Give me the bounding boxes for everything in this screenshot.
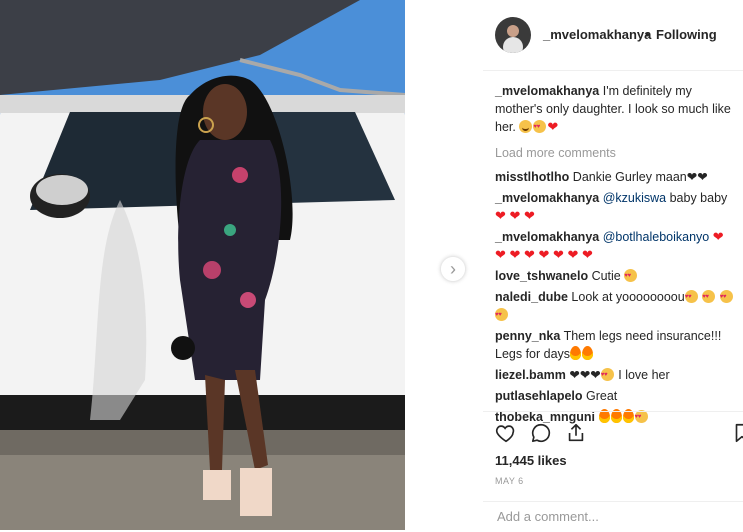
comment-text: Look at yoooooooou [571, 290, 685, 304]
comment-username[interactable]: _mvelomakhanya [495, 230, 599, 244]
comment-username[interactable]: _mvelomakhanya [495, 191, 599, 205]
heart-eyes-emoji-icon [624, 267, 638, 285]
add-comment-box [483, 501, 743, 532]
chevron-right-icon: › [450, 258, 456, 279]
comment-username[interactable]: misstlhotlho [495, 170, 569, 184]
comment: _mvelomakhanya @botlhaleboikanyo ❤ ❤ ❤ ❤… [495, 228, 740, 264]
fire-emoji-icon [570, 346, 582, 360]
comment: _mvelomakhanya @kzukiswa baby baby ❤ ❤ ❤ [495, 189, 740, 225]
post-side-panel: _mvelomakhanya • Following _mvelomakhany… [483, 0, 743, 530]
header-username[interactable]: _mvelomakhanya [543, 27, 651, 42]
comment-text: Great [586, 389, 618, 403]
comment: naledi_dube Look at yoooooooou [495, 288, 740, 324]
post-photo[interactable] [0, 0, 405, 530]
comment-text: Cutie [591, 269, 621, 283]
caption: _mvelomakhanya I'm definitely my mother'… [495, 82, 740, 136]
heart-emoji-icon: ❤ [547, 119, 559, 134]
heart-eyes-emoji-icon [533, 118, 547, 136]
add-comment-input[interactable] [495, 508, 719, 525]
heart-outline-icon[interactable] [495, 422, 517, 444]
next-image-button[interactable]: › [441, 257, 465, 281]
comment: liezel.bamm ❤❤❤ I love her [495, 366, 740, 384]
comments-list: _mvelomakhanya I'm definitely my mother'… [495, 82, 740, 429]
header-separator: • [645, 27, 650, 42]
caption-username[interactable]: _mvelomakhanya [495, 84, 599, 98]
comment-text: baby baby [666, 191, 728, 205]
heart-eyes-emoji-icon [600, 366, 614, 384]
post-header: _mvelomakhanya • Following [483, 0, 743, 71]
post-date: MAY 6 [495, 476, 524, 486]
comment-text-suffix: I love her [614, 368, 670, 382]
comment-username[interactable]: love_tshwanelo [495, 269, 588, 283]
share-icon[interactable] [565, 422, 587, 444]
comment: love_tshwanelo Cutie [495, 267, 740, 285]
heart-emoji-icon: ❤ ❤ ❤ [495, 208, 535, 223]
comment: misstlhotlho Dankie Gurley maan❤❤ [495, 168, 740, 186]
likes-count[interactable]: 11,445 likes [495, 453, 567, 468]
heart-emoji-icon: ❤ [712, 229, 724, 244]
comment-mention[interactable]: @kzukiswa [603, 191, 666, 205]
heart-eyes-emoji-icon [719, 288, 733, 306]
comment-username[interactable]: naledi_dube [495, 290, 568, 304]
comment-text: Dankie Gurley maan❤❤ [572, 170, 708, 184]
comment-username[interactable]: penny_nka [495, 329, 560, 343]
bookmark-icon[interactable] [731, 422, 743, 444]
following-button[interactable]: Following [656, 27, 717, 42]
comment-username[interactable]: putlasehlapelo [495, 389, 583, 403]
speech-bubble-icon[interactable] [530, 422, 552, 444]
grinning-sweat-emoji-icon [519, 120, 533, 133]
comment: penny_nka Them legs need insurance!!! Le… [495, 327, 740, 363]
heart-eyes-emoji-icon [702, 288, 716, 306]
heart-emoji-row-icon: ❤ ❤ ❤ ❤ ❤ ❤ ❤ [495, 247, 593, 262]
comment-username[interactable]: liezel.bamm [495, 368, 566, 382]
load-more-comments-button[interactable]: Load more comments [495, 144, 740, 162]
comment-text: ❤❤❤ [569, 368, 601, 382]
comment-mention[interactable]: @botlhaleboikanyo [603, 230, 710, 244]
post-actions: 11,445 likes MAY 6 [483, 411, 743, 531]
heart-eyes-emoji-icon [495, 306, 508, 324]
heart-eyes-emoji-icon [684, 288, 698, 306]
avatar[interactable] [495, 17, 531, 53]
photo-illustration [0, 0, 405, 530]
fire-emoji-icon [582, 346, 594, 360]
comment: putlasehlapelo Great [495, 387, 740, 405]
